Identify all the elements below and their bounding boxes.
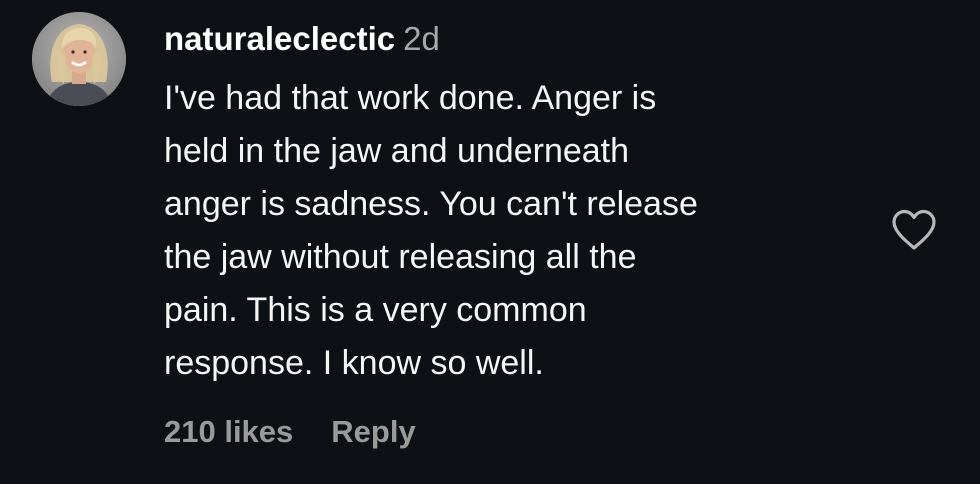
likes-count[interactable]: 210 likes [164,414,293,449]
comment-text-line: the jaw without releasing all the [164,238,637,276]
like-button[interactable] [890,208,938,252]
comment-text-line: I've had that work done. Anger is [164,79,657,117]
comment-text-line: response. I know so well. [164,344,544,382]
comment: naturaleclectic 2d I've had that work don… [0,0,980,484]
comment-body: naturaleclectic 2d I've had that work don… [164,16,864,390]
comment-text-line: held in the jaw and underneath [164,132,630,170]
username-link[interactable]: naturaleclectic [164,20,395,57]
reply-button[interactable]: Reply [331,414,415,449]
avatar[interactable] [32,12,126,106]
comment-text: I've had that work done. Anger is held i… [164,72,864,390]
heart-outline-icon [892,209,936,250]
comment-footer: 210 likes Reply [164,414,416,450]
comment-text-line: pain. This is a very common [164,291,587,329]
comment-text-line: anger is sadness. You can't release [164,185,698,223]
avatar-image [32,12,126,106]
timestamp: 2d [403,20,440,57]
comment-header: naturaleclectic 2d [164,16,864,62]
